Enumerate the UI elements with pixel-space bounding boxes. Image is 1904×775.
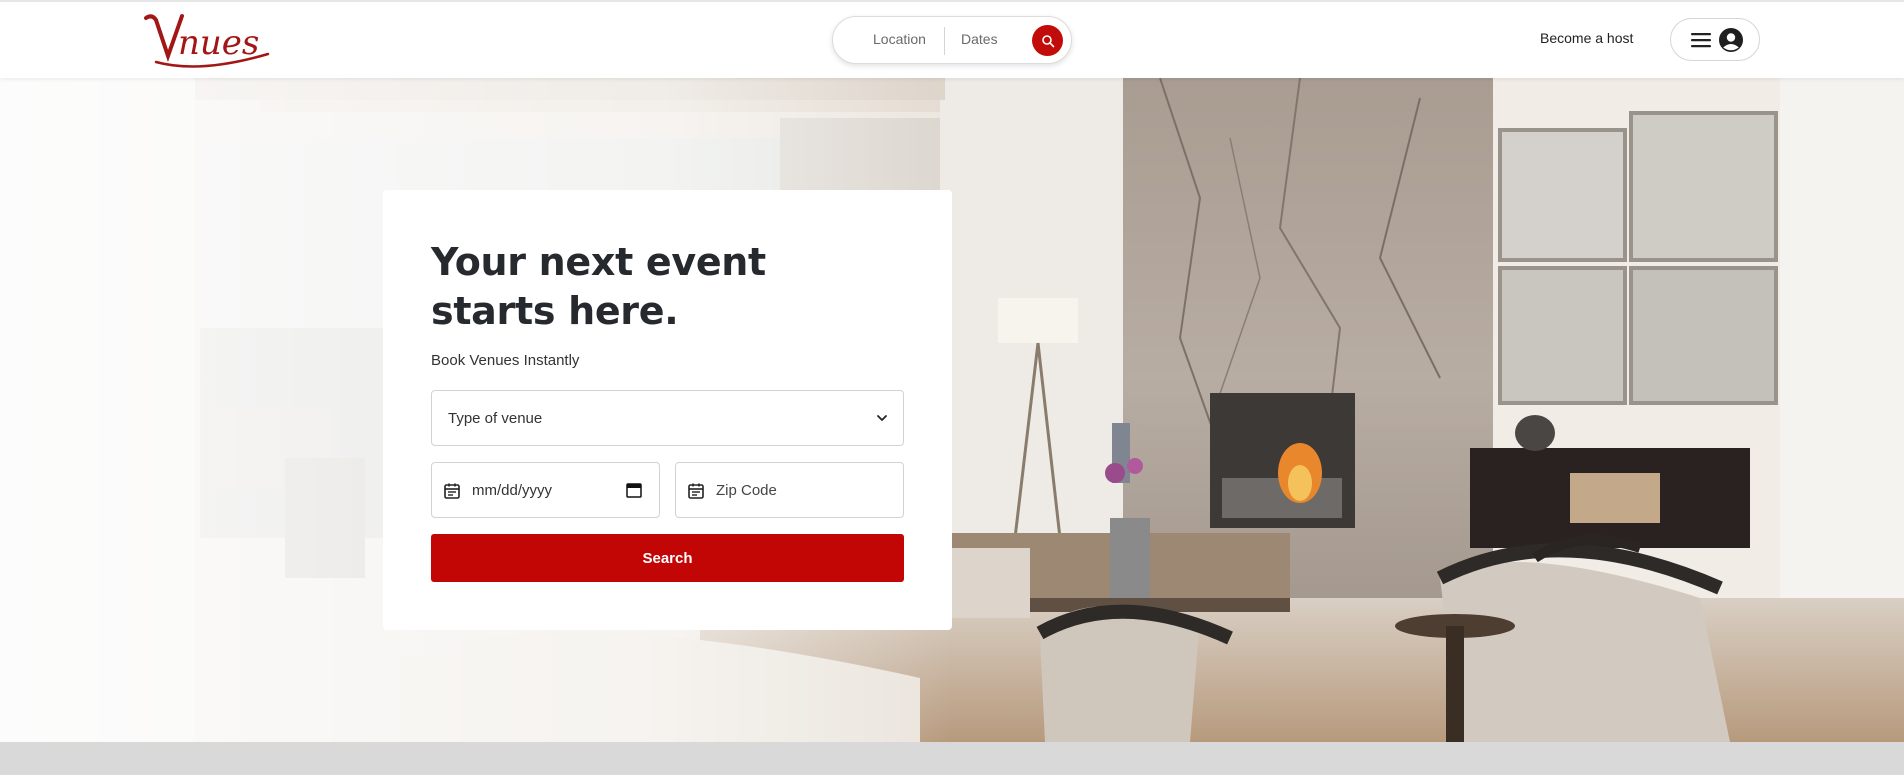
date-input-placeholder: mm/dd/yyyy [472,482,553,499]
header-search-pill[interactable]: Location Dates [832,16,1072,64]
become-a-host-link[interactable]: Become a host [1540,30,1633,46]
zip-code-placeholder: Zip Code [716,482,777,499]
hero-title: Your next event starts here. [431,240,766,333]
calendar-icon [444,483,460,499]
zip-code-input[interactable]: Zip Code [675,462,904,518]
hamburger-menu-icon [1691,33,1711,48]
date-input[interactable]: mm/dd/yyyy [431,462,660,518]
search-button[interactable]: Search [431,534,904,582]
venue-search-card: Your next event starts here. Book Venues… [383,190,952,630]
user-menu-button[interactable] [1670,18,1760,61]
dates-filter[interactable]: Dates [961,31,998,47]
calendar-icon [688,483,704,499]
venue-type-select-value: Type of venue [448,410,543,427]
pill-divider [944,27,945,55]
user-avatar-icon [1719,28,1743,52]
logo-wordmark: nues [178,23,259,63]
venue-type-select[interactable]: Type of venue [431,390,904,446]
hero-subtitle: Book Venues Instantly [431,352,580,369]
calendar-picker-icon[interactable] [626,482,642,498]
page-bottom-band [0,742,1904,775]
location-filter[interactable]: Location [873,31,926,47]
header-search-button[interactable] [1032,25,1063,56]
vnues-logo[interactable]: nues [140,8,272,70]
top-navbar: nues Location Dates Become a host [0,0,1904,78]
chevron-down-icon [877,415,887,421]
search-icon [1041,34,1054,47]
hero-banner [0,78,1904,742]
hero-background-image [0,78,1904,742]
